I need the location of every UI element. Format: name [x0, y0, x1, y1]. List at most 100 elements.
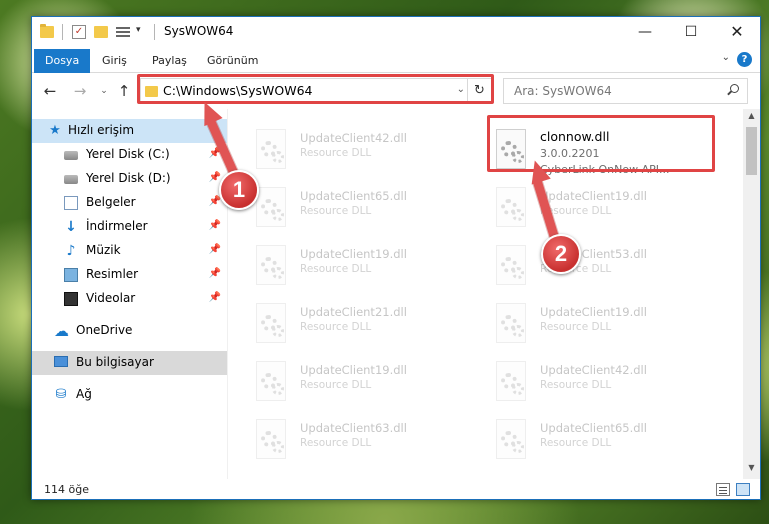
forward-button[interactable]: → — [70, 81, 90, 101]
folder-icon — [40, 24, 54, 38]
downloads-icon: ↓ — [65, 219, 77, 235]
nav-item-music[interactable]: ♪ Müzik 📌 — [32, 239, 227, 263]
pin-icon: 📌 — [208, 172, 221, 183]
computer-icon — [54, 356, 68, 367]
nav-item-local-disk-d[interactable]: Yerel Disk (D:) 📌 — [32, 167, 227, 191]
file-name: UpdateClient42.dll — [540, 363, 647, 377]
tab-view[interactable]: Görünüm — [195, 50, 270, 72]
close-button[interactable]: ✕ — [714, 17, 760, 47]
file-item[interactable]: UpdateClient19.dll Resource DLL — [488, 181, 718, 237]
dll-file-icon — [252, 303, 290, 347]
file-item[interactable]: UpdateClient21.dll Resource DLL — [248, 297, 478, 353]
star-icon: ★ — [49, 123, 61, 138]
file-highlight — [487, 115, 715, 172]
nav-item-label: Yerel Disk (C:) — [86, 147, 170, 161]
dll-file-icon — [252, 129, 290, 173]
customize-toolbar-dropdown-icon[interactable]: ▾ — [136, 25, 141, 41]
pin-icon: 📌 — [208, 196, 221, 207]
step-1-badge: 1 — [219, 170, 259, 210]
file-description: Resource DLL — [300, 263, 372, 275]
nav-item-label: Ağ — [76, 387, 92, 401]
videos-icon — [64, 292, 78, 306]
details-view-icon[interactable] — [716, 483, 730, 496]
file-name: UpdateClient65.dll — [300, 189, 407, 203]
pictures-icon — [64, 268, 78, 282]
minimize-button[interactable]: — — [622, 17, 668, 47]
tab-share[interactable]: Paylaş — [140, 50, 199, 72]
nav-item-label: Resimler — [86, 267, 139, 281]
file-description: Resource DLL — [300, 437, 372, 449]
expand-ribbon-icon[interactable]: ⌄ — [722, 52, 730, 63]
search-input[interactable]: Ara: SysWOW64 — [514, 84, 612, 98]
tab-home[interactable]: Giriş — [90, 50, 139, 72]
ribbon-tabs: Dosya Giriş Paylaş Görünüm ⌄ ? — [32, 47, 760, 73]
large-icons-view-icon[interactable] — [736, 483, 750, 496]
cloud-icon: ☁ — [54, 322, 69, 340]
scroll-thumb[interactable] — [746, 127, 757, 175]
file-item[interactable]: UpdateClient42.dll Resource DLL — [248, 123, 478, 179]
file-description: Resource DLL — [540, 321, 612, 333]
nav-item-pictures[interactable]: Resimler 📌 — [32, 263, 227, 287]
back-button[interactable]: ← — [40, 81, 60, 101]
window-title: SysWOW64 — [164, 24, 234, 38]
title-bar: ✓ ▾ SysWOW64 — ☐ ✕ — [32, 17, 760, 47]
nav-item-label: Bu bilgisayar — [76, 355, 154, 369]
properties-check-icon[interactable]: ✓ — [72, 25, 86, 39]
tab-file[interactable]: Dosya — [34, 49, 91, 73]
disk-icon — [64, 151, 78, 160]
file-item[interactable]: UpdateClient53.dll Resource DLL — [488, 239, 718, 295]
nav-item-label: OneDrive — [76, 323, 133, 337]
file-description: Resource DLL — [300, 379, 372, 391]
file-item[interactable]: UpdateClient19.dll Resource DLL — [248, 355, 478, 411]
nav-item-local-disk-c[interactable]: Yerel Disk (C:) 📌 — [32, 143, 227, 167]
nav-item-this-pc[interactable]: Bu bilgisayar — [32, 351, 227, 375]
maximize-button[interactable]: ☐ — [668, 17, 714, 47]
pin-icon: 📌 — [208, 268, 221, 279]
nav-item-downloads[interactable]: ↓ İndirmeler 📌 — [32, 215, 227, 239]
file-item[interactable]: UpdateClient19.dll Resource DLL — [488, 297, 718, 353]
file-item[interactable]: UpdateClient42.dll Resource DLL — [488, 355, 718, 411]
dll-file-icon — [492, 361, 530, 405]
toolbar-separator — [62, 24, 63, 40]
up-button[interactable]: ↑ — [114, 81, 134, 101]
nav-item-label: Yerel Disk (D:) — [86, 171, 171, 185]
file-name: UpdateClient21.dll — [300, 305, 407, 319]
recent-locations-button[interactable]: ⌄ — [94, 81, 114, 101]
nav-item-documents[interactable]: Belgeler 📌 — [32, 191, 227, 215]
new-folder-icon[interactable] — [94, 26, 108, 38]
nav-item-quick-access[interactable]: ★ Hızlı erişim — [32, 119, 227, 143]
file-item[interactable]: UpdateClient65.dll Resource DLL — [248, 181, 478, 237]
address-bar-highlight — [137, 74, 494, 104]
search-box[interactable]: Ara: SysWOW64 — [503, 78, 748, 104]
nav-item-label: Müzik — [86, 243, 121, 257]
file-name: UpdateClient63.dll — [300, 421, 407, 435]
item-count: 114 öğe — [44, 483, 89, 496]
quick-access-properties-icon[interactable] — [116, 25, 130, 39]
nav-item-label: Videolar — [86, 291, 136, 305]
file-description: Resource DLL — [300, 321, 372, 333]
nav-item-videos[interactable]: Videolar 📌 — [32, 287, 227, 311]
file-description: Resource DLL — [540, 437, 612, 449]
dll-file-icon — [252, 419, 290, 463]
search-icon[interactable] — [727, 84, 739, 96]
file-name: UpdateClient42.dll — [300, 131, 407, 145]
navigation-pane: ★ Hızlı erişim Yerel Disk (C:) 📌 Yerel D… — [32, 109, 227, 479]
disk-icon — [64, 175, 78, 184]
toolbar-separator — [154, 24, 155, 40]
file-name: UpdateClient65.dll — [540, 421, 647, 435]
scroll-up-button[interactable]: ▲ — [743, 111, 760, 125]
file-name: UpdateClient19.dll — [300, 363, 407, 377]
nav-item-network[interactable]: ⛁ Ağ — [32, 383, 227, 407]
dll-file-icon — [252, 245, 290, 289]
vertical-scrollbar[interactable]: ▲ ▼ — [743, 109, 760, 479]
network-icon: ⛁ — [55, 387, 67, 402]
documents-icon — [64, 196, 78, 210]
dll-file-icon — [492, 419, 530, 463]
nav-item-onedrive[interactable]: ☁ OneDrive — [32, 319, 227, 343]
file-item[interactable]: UpdateClient63.dll Resource DLL — [248, 413, 478, 469]
help-icon[interactable]: ? — [737, 52, 752, 67]
scroll-down-button[interactable]: ▼ — [743, 463, 760, 477]
file-item[interactable]: UpdateClient19.dll Resource DLL — [248, 239, 478, 295]
file-item[interactable]: UpdateClient65.dll Resource DLL — [488, 413, 718, 469]
pin-icon: 📌 — [208, 244, 221, 255]
